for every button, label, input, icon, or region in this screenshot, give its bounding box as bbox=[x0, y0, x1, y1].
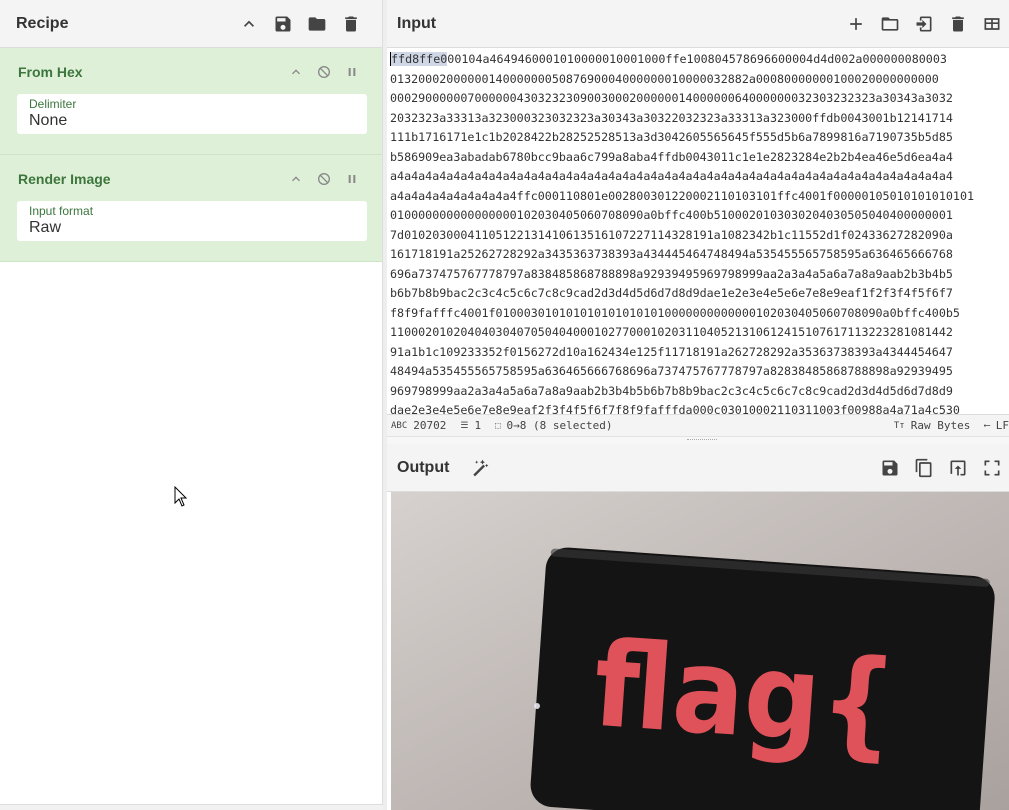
input-line: 010000000000000000102030405060708090a0bf… bbox=[390, 208, 953, 222]
flag-photo: flag{ bbox=[391, 492, 1009, 810]
selection-indicator: ⬚ 0→8 (8 selected) bbox=[495, 419, 612, 432]
reset-layout-icon[interactable] bbox=[975, 7, 1009, 41]
recipe-title: Recipe bbox=[16, 14, 69, 32]
input-format-select[interactable]: Input format Raw bbox=[17, 201, 367, 241]
length-icon: ABC bbox=[391, 420, 408, 431]
add-tab-icon[interactable] bbox=[839, 7, 873, 41]
clear-input-icon[interactable] bbox=[941, 7, 975, 41]
input-eol: LF bbox=[995, 419, 1009, 432]
eol-selector[interactable]: ⟵ LF bbox=[984, 419, 1009, 432]
input-status-bar: ABC 20702 ☰ 1 ⬚ 0→8 (8 selected) Tт Raw Byte… bbox=[387, 414, 1009, 436]
input-selection-info: 0→8 (8 selected) bbox=[506, 419, 613, 432]
operation-title: From Hex bbox=[18, 64, 83, 80]
input-format-label: Input format bbox=[29, 204, 94, 218]
input-header: Input bbox=[387, 0, 1009, 48]
output-title: Output bbox=[397, 458, 450, 476]
breakpoint-op-icon[interactable] bbox=[338, 60, 366, 84]
input-line: 91a1b1c109233352f0156272d10a162434e125f1… bbox=[390, 344, 953, 359]
input-length: 20702 bbox=[413, 419, 447, 432]
lines-icon: ☰ bbox=[460, 420, 469, 431]
input-line: dae2e3e4e5e6e7e8e9eaf2f3f4f5f6f7f8f9faff… bbox=[390, 403, 960, 414]
open-folder-icon[interactable] bbox=[873, 7, 907, 41]
output-pane: Output flag{ bbox=[387, 444, 1009, 810]
input-line: 48494a535455565758595a636465666768696a73… bbox=[390, 364, 953, 378]
copy-output-icon[interactable] bbox=[907, 451, 941, 485]
input-textarea[interactable]: ffd8ffe000104a4649460001010000010001000f… bbox=[390, 50, 1009, 414]
replace-input-icon[interactable] bbox=[941, 451, 975, 485]
collapse-op-icon[interactable] bbox=[282, 60, 310, 84]
disable-op-icon[interactable] bbox=[310, 60, 338, 84]
rendered-output-image: flag{ bbox=[391, 492, 1009, 810]
operation-title: Render Image bbox=[18, 171, 111, 187]
recipe-footer bbox=[0, 804, 383, 810]
collapse-all-icon[interactable] bbox=[232, 7, 266, 41]
delimiter-value: None bbox=[29, 112, 68, 129]
maximize-output-icon[interactable] bbox=[975, 451, 1009, 485]
input-lines-count: 1 bbox=[474, 419, 482, 432]
operation-render-image[interactable]: Render Image Input format Raw bbox=[0, 155, 382, 262]
input-line: f8f9fafffc4001f0100030101010101010101010… bbox=[390, 305, 960, 320]
input-title: Input bbox=[397, 14, 437, 32]
load-recipe-icon[interactable] bbox=[300, 7, 334, 41]
input-line: a4a4a4a4a4a4a4a4a4a4a4a4a4a4a4a4a4a4a4a4… bbox=[390, 169, 953, 183]
recipe-pane: Recipe From Hex Delimiter None Render Im… bbox=[0, 0, 383, 810]
input-line: 969798999aa2a3a4a5a6a7a8a9aab2b3b4b5b6b7… bbox=[390, 383, 953, 398]
length-indicator: ABC 20702 bbox=[391, 419, 446, 432]
breakpoint-op-icon[interactable] bbox=[338, 167, 366, 191]
input-line: b586909ea3abadab6780bcc9baa6c799a8aba4ff… bbox=[390, 149, 953, 164]
input-line: 0132000200000014000000050876900040000000… bbox=[390, 71, 939, 86]
open-file-icon[interactable] bbox=[907, 7, 941, 41]
input-line: b6b7b8b9bac2c3c4c5c6c7c8c9cad2d3d4d5d6d7… bbox=[390, 286, 953, 300]
operation-from-hex[interactable]: From Hex Delimiter None bbox=[0, 48, 382, 155]
text-encoding-icon: Tт bbox=[893, 420, 905, 431]
save-output-icon[interactable] bbox=[873, 451, 907, 485]
magic-wand-icon[interactable] bbox=[463, 451, 497, 485]
clear-recipe-icon[interactable] bbox=[334, 7, 368, 41]
collapse-op-icon[interactable] bbox=[282, 167, 310, 191]
input-line: a4a4a4a4a4a4a4a4a4ffc000110801e002800301… bbox=[390, 188, 975, 203]
flag-text: flag{ bbox=[590, 617, 901, 774]
horizontal-splitter[interactable] bbox=[387, 436, 1009, 444]
input-line: 7d01020300041105122131410613516107227114… bbox=[390, 227, 953, 242]
input-line: 2032323a33313a323000323032323a30343a3032… bbox=[390, 110, 953, 125]
delimiter-label: Delimiter bbox=[29, 97, 77, 111]
delimiter-select[interactable]: Delimiter None bbox=[17, 94, 367, 134]
input-line: 0002900000070000004303232309003000200000… bbox=[390, 91, 953, 105]
input-line: 111b1716171e1c1b2028422b28252528513a3d30… bbox=[390, 130, 953, 144]
input-encoding: Raw Bytes bbox=[910, 419, 971, 432]
input-line: 00104a4649460001010000010001000ffe100804… bbox=[447, 52, 947, 66]
encoding-selector[interactable]: Tт Raw Bytes bbox=[894, 419, 970, 432]
eol-icon: ⟵ bbox=[984, 420, 990, 431]
input-line: 161718191a25262728292a3435363738393a4344… bbox=[390, 247, 953, 261]
input-line: 1100020102040403040705040400010277000102… bbox=[390, 325, 953, 339]
splitter-grip[interactable] bbox=[687, 439, 717, 441]
input-line: 696a737475767778797a838485868788898a9293… bbox=[390, 266, 953, 281]
lines-indicator: ☰ 1 bbox=[460, 419, 481, 432]
input-selection: ffd8ffe0 bbox=[390, 52, 448, 66]
recipe-header: Recipe bbox=[0, 0, 382, 48]
selection-icon: ⬚ bbox=[495, 420, 501, 431]
mouse-pointer-icon bbox=[174, 486, 188, 507]
output-header: Output bbox=[387, 444, 1009, 492]
disable-op-icon[interactable] bbox=[310, 167, 338, 191]
input-pane: Input ffd8ffe000104a46494600010100000100… bbox=[387, 0, 1009, 438]
input-format-value: Raw bbox=[29, 219, 62, 236]
save-recipe-icon[interactable] bbox=[266, 7, 300, 41]
